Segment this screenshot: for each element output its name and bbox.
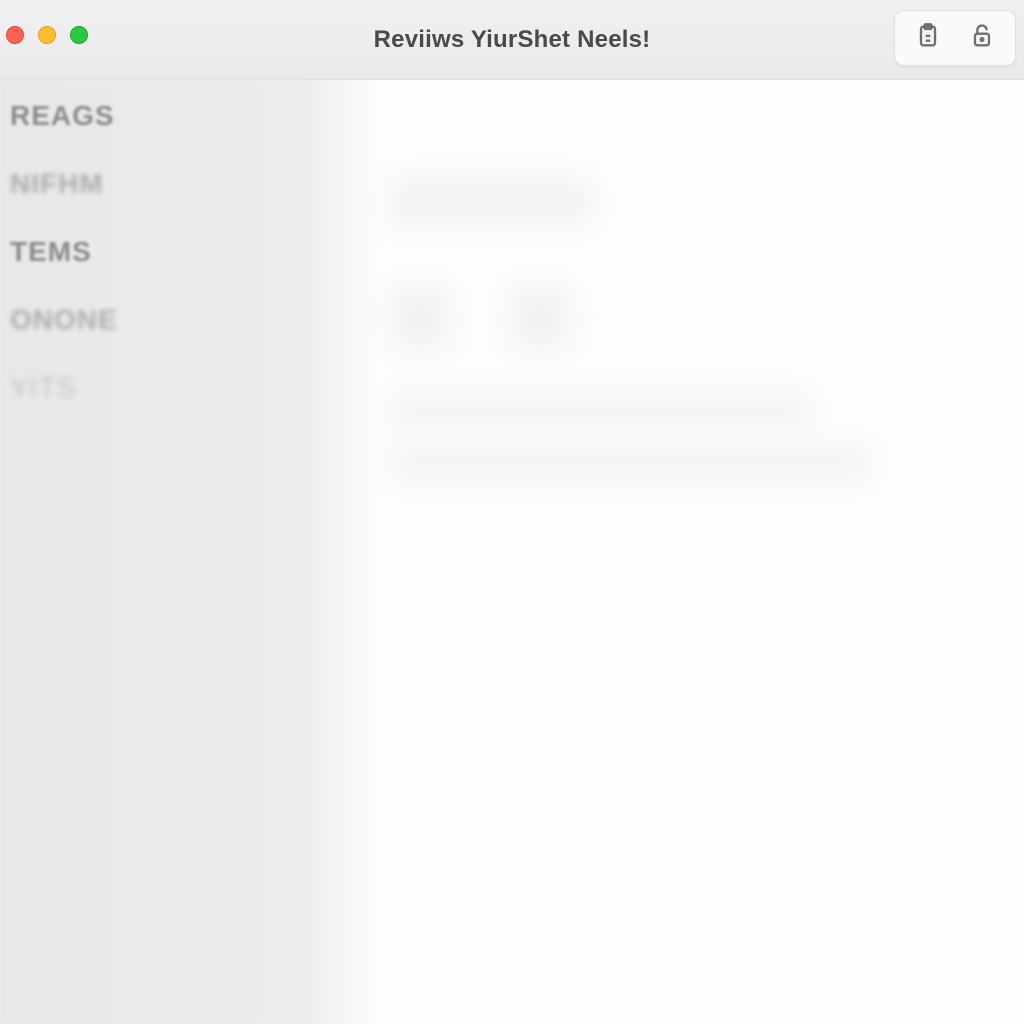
sidebar-item-label: YITS — [10, 372, 76, 403]
window-body: REAGS NIFHM TEMS ONONE YITS — [0, 80, 1024, 1024]
sidebar-item-reags[interactable]: REAGS — [10, 100, 290, 132]
sidebar-item-label: REAGS — [10, 100, 115, 131]
sidebar-item-tems[interactable]: TEMS — [10, 236, 290, 268]
traffic-lights — [0, 26, 88, 44]
maximize-button[interactable] — [70, 26, 88, 44]
sidebar: REAGS NIFHM TEMS ONONE YITS — [0, 80, 300, 1024]
content-placeholder — [390, 180, 944, 560]
titlebar: Reviiws YiurShet Neels! — [0, 0, 1024, 80]
main-content — [300, 80, 1024, 1024]
window-title: Reviiws YiurShet Neels! — [0, 26, 1024, 54]
minimize-button[interactable] — [38, 26, 56, 44]
sidebar-item-nifhm[interactable]: NIFHM — [10, 168, 290, 200]
clipboard-icon — [914, 22, 942, 55]
sidebar-item-label: NIFHM — [10, 168, 104, 199]
lock-button[interactable] — [965, 21, 999, 55]
lock-icon — [968, 22, 996, 55]
app-window: Reviiws YiurShet Neels! REAGS NIFHM TEMS… — [0, 0, 1024, 1024]
clipboard-button[interactable] — [911, 21, 945, 55]
toolbar — [894, 10, 1016, 66]
sidebar-item-onone[interactable]: ONONE — [10, 304, 290, 336]
sidebar-item-yits[interactable]: YITS — [10, 372, 290, 404]
sidebar-item-label: ONONE — [10, 304, 118, 335]
sidebar-item-label: TEMS — [10, 236, 92, 267]
close-button[interactable] — [6, 26, 24, 44]
